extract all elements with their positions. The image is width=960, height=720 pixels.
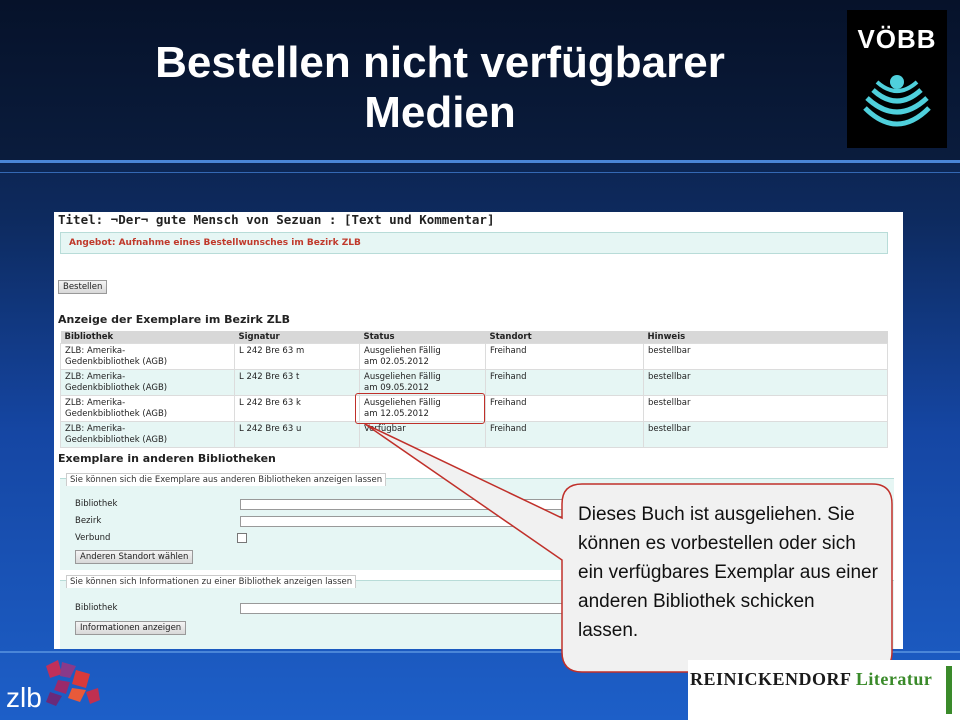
reinickendorf-logo-text: REINICKENDORF Literatur	[690, 669, 932, 690]
reinickendorf-bar	[946, 666, 952, 714]
reinickendorf-word: REINICKENDORF	[690, 669, 851, 689]
zlb-logo-text: zlb	[6, 682, 42, 713]
callout-text: Dieses Buch ist ausgeliehen. Sie können …	[578, 504, 878, 641]
literatur-word: Literatur	[855, 669, 933, 689]
reinickendorf-logo: REINICKENDORF Literatur	[688, 660, 960, 720]
zlb-logo: zlb	[6, 658, 106, 720]
